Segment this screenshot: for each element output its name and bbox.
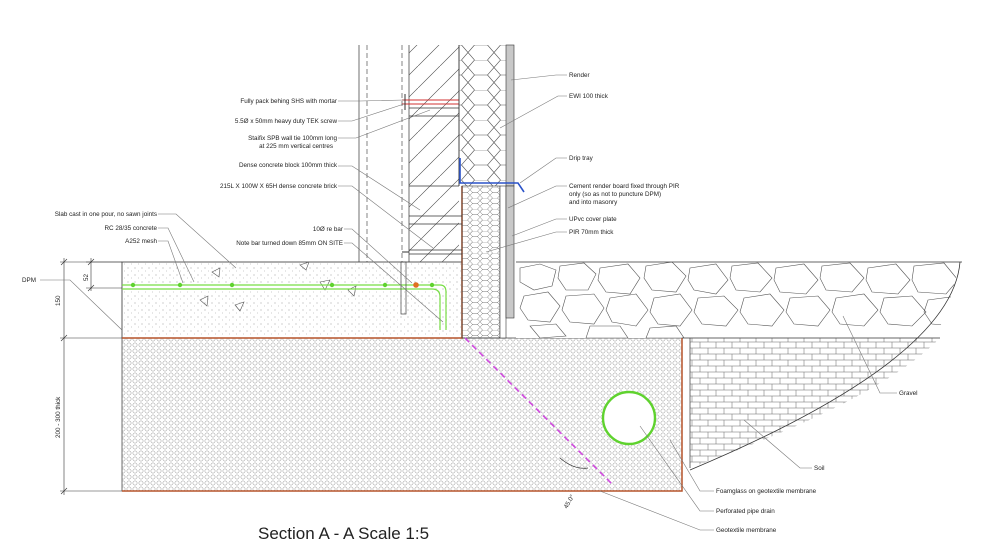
label-rc-concrete: RC 28/35 concrete: [104, 225, 157, 232]
label-mesh: A252 mesh: [125, 238, 157, 245]
dim-cover: 52: [83, 273, 90, 281]
pir-insulation: [461, 185, 515, 339]
drawing-title: Section A - A Scale 1:5: [258, 524, 429, 543]
label-geotextile: Geotextile membrane: [716, 527, 777, 534]
label-soil: Soil: [814, 465, 825, 472]
dim-angle: 45.0°: [562, 493, 577, 510]
label-slab-cast: Slab cast in one pour, no sawn joints: [55, 211, 157, 218]
masonry-wall: [358, 45, 462, 262]
concrete-slab: [121, 261, 463, 339]
label-cement-board-1: Cement render board fixed through PIR: [569, 183, 680, 190]
labels-left: Fully pack behing SHS with mortar 5.5Ø x…: [22, 98, 343, 284]
label-dpm: DPM: [22, 277, 36, 284]
label-wall-tie-1: Staifix SPB wall tie 100mm long: [248, 135, 337, 142]
label-wall-tie-2: at 225 mm vertical centres: [259, 143, 333, 150]
label-drip-tray: Drip tray: [569, 155, 594, 162]
label-ewi: EWI 100 thick: [569, 93, 609, 100]
label-foamglass: Foamglass on geotextile membrane: [716, 488, 817, 495]
dim-subbase: 200 - 300 thick: [55, 396, 62, 438]
label-note-bar: Note bar turned down 85mm ON SITE: [236, 240, 343, 247]
label-pipe-drain: Perforated pipe drain: [716, 508, 775, 515]
label-re-bar: 10Ø re bar: [313, 226, 343, 233]
label-dense-block: Dense concrete block 100mm thick: [239, 162, 338, 169]
ewi-insulation: [458, 44, 515, 187]
dimension-lines: [60, 258, 122, 495]
label-cement-board-3: and into masonry: [569, 199, 618, 206]
label-tek-screw: 5.5Ø x 50mm heavy duty TEK screw: [235, 118, 338, 125]
dim-slab: 150: [55, 295, 62, 306]
label-upvc: UPvc cover plate: [569, 216, 617, 223]
label-fully-pack: Fully pack behing SHS with mortar: [240, 98, 337, 105]
label-pir: PIR 70mm thick: [569, 229, 614, 236]
label-dense-brick: 215L X 100W X 65H dense concrete brick: [220, 183, 338, 190]
foamglass-subbase: [121, 337, 683, 492]
label-cement-board-2: only (so as not to puncture DPM): [569, 191, 661, 198]
label-gravel: Gravel: [899, 390, 918, 397]
label-render: Render: [569, 72, 590, 79]
section-drawing: 52 150 200 - 300 thick 45.0° Fully pack …: [22, 44, 962, 543]
